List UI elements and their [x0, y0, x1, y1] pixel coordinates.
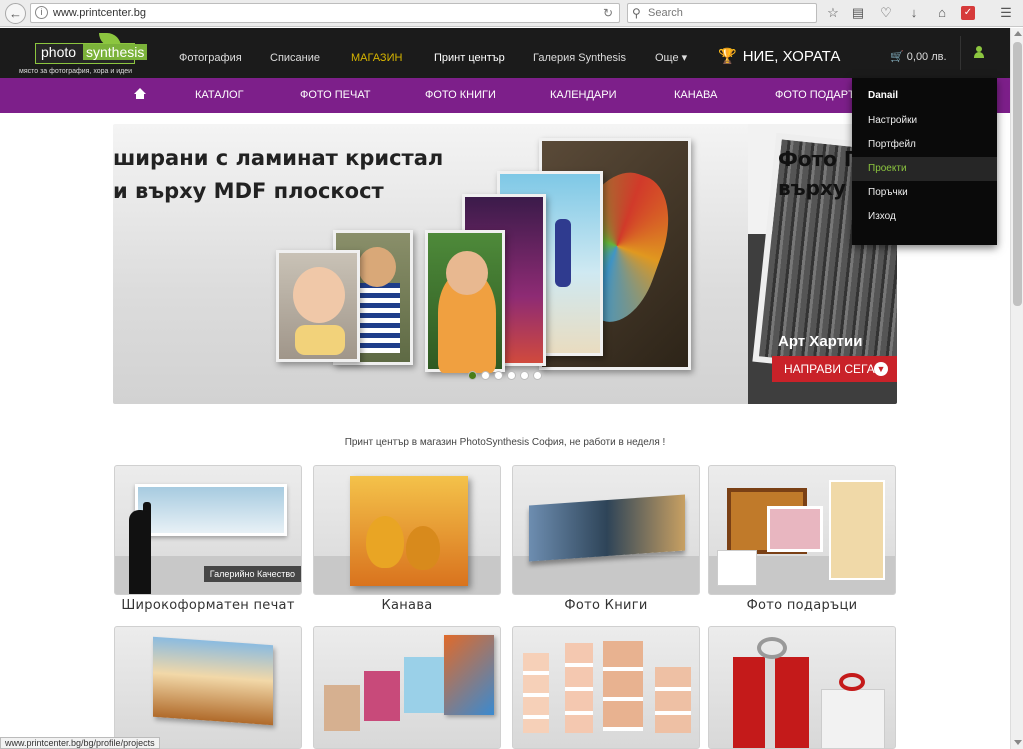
side-art-label: Арт Хартии	[778, 333, 863, 350]
cat-canvas[interactable]: КАНАВА	[674, 78, 717, 113]
nav-photography[interactable]: Фотография	[179, 28, 242, 78]
nav-gallery[interactable]: Галерия Synthesis	[533, 28, 626, 78]
search-placeholder: Search	[648, 7, 683, 19]
banner-line-1: ширани с ламинат кристал	[113, 146, 444, 170]
user-dropdown: Danail Настройки Портфейл Проекти Поръчк…	[852, 78, 997, 245]
slide-dot-3[interactable]	[494, 371, 503, 380]
tile-label-canvas[interactable]: Канава	[313, 598, 501, 613]
url-text: www.printcenter.bg	[53, 7, 146, 19]
search-input[interactable]: ⚲ Search	[627, 3, 817, 23]
menu-icon[interactable]: ☰	[997, 4, 1015, 22]
menu-orders[interactable]: Поръчки	[852, 181, 997, 205]
slide-dot-4[interactable]	[507, 371, 516, 380]
cat-photo-gifts[interactable]: ФОТО ПОДАРЪ	[775, 78, 857, 113]
menu-logout[interactable]: Изход	[852, 205, 997, 229]
site-logo[interactable]: photo synthesis място за фотография, хор…	[19, 33, 148, 78]
tile-acrylic[interactable]	[114, 626, 302, 749]
address-bar[interactable]: i www.printcenter.bg ↻	[30, 3, 620, 23]
slide-dot-1[interactable]	[468, 371, 477, 380]
page-scrollbar[interactable]	[1010, 28, 1023, 749]
nav-shop[interactable]: МАГАЗИН	[351, 28, 402, 78]
scrollbar-thumb[interactable]	[1013, 42, 1022, 306]
store-notice: Принт център в магазин PhotoSynthesis Со…	[344, 437, 666, 448]
side-title-2: върху /	[778, 176, 861, 200]
logo-photo: photo	[41, 44, 77, 60]
tile-canvas[interactable]	[313, 465, 501, 595]
trophy-icon: 🏆	[718, 48, 737, 65]
scroll-down-icon[interactable]	[1014, 740, 1022, 745]
tile-gift-boxes[interactable]	[708, 626, 896, 749]
nav-more[interactable]: Още ▾	[655, 28, 687, 78]
nav-more-label: Още	[655, 52, 679, 64]
back-button[interactable]: ←	[5, 3, 26, 24]
people-label: НИЕ, ХОРАТА	[742, 48, 841, 65]
side-title-1: Фото П	[778, 147, 861, 171]
site-header: photo synthesis място за фотография, хор…	[0, 28, 1010, 78]
download-icon[interactable]: ↓	[905, 4, 923, 22]
make-now-button[interactable]: НАПРАВИ СЕГА ▼	[772, 356, 897, 382]
scroll-up-icon[interactable]	[1014, 31, 1022, 36]
chevron-down-icon: ▼	[874, 362, 888, 376]
status-bar-url: www.printcenter.bg/bg/profile/projects	[0, 737, 160, 749]
bookmark-star-icon[interactable]: ☆	[824, 4, 842, 22]
reading-list-icon[interactable]: ▤	[849, 4, 867, 22]
addon-icon[interactable]: ✓	[961, 6, 975, 20]
cat-photo-print[interactable]: ФОТО ПЕЧАТ	[300, 78, 371, 113]
slide-dot-2[interactable]	[481, 371, 490, 380]
reload-icon[interactable]: ↻	[603, 4, 613, 22]
hero-banner[interactable]: ширани с ламинат кристал и върху MDF пло…	[113, 124, 897, 404]
nav-magazine[interactable]: Списание	[270, 28, 320, 78]
menu-wallet[interactable]: Портфейл	[852, 133, 997, 157]
tile-photo-gifts[interactable]	[708, 465, 896, 595]
dropdown-username: Danail	[868, 90, 899, 101]
cat-catalog[interactable]: КАТАЛОГ	[195, 78, 244, 113]
cat-photo-books[interactable]: ФОТО КНИГИ	[425, 78, 496, 113]
menu-settings[interactable]: Настройки	[852, 109, 997, 133]
site-info-icon[interactable]: i	[35, 6, 48, 19]
cart-icon: 🛒	[890, 51, 904, 63]
baby-photo	[276, 250, 360, 362]
tile-wide-format[interactable]: Галерийно Качество	[114, 465, 302, 595]
home-icon[interactable]: ⌂	[933, 4, 951, 22]
logo-synthesis: synthesis	[83, 44, 148, 60]
pocket-icon[interactable]: ♡	[877, 4, 895, 22]
cat-calendars[interactable]: КАЛЕНДАРИ	[550, 78, 617, 113]
slide-dot-6[interactable]	[533, 371, 542, 380]
user-menu-button[interactable]	[960, 36, 995, 70]
people-link[interactable]: 🏆 НИЕ, ХОРАТА	[718, 47, 840, 65]
cta-label: НАПРАВИ СЕГА	[784, 362, 875, 376]
cart-button[interactable]: 🛒 0,00 лв.	[890, 50, 947, 63]
tile-label-wide-format[interactable]: Широкоформатен печат	[114, 598, 302, 613]
slide-dot-5[interactable]	[520, 371, 529, 380]
gallery-quality-tag: Галерийно Качество	[203, 566, 301, 582]
logo-tagline: място за фотография, хора и идеи	[19, 68, 133, 75]
user-icon	[974, 46, 984, 58]
banner-line-2: и върху MDF плоскост	[113, 179, 384, 203]
nav-print-center[interactable]: Принт център	[434, 28, 505, 78]
home-icon[interactable]	[134, 88, 146, 100]
menu-projects[interactable]: Проекти	[852, 157, 997, 181]
tile-calendars[interactable]	[512, 626, 700, 749]
tile-laminate[interactable]	[313, 626, 501, 749]
search-icon: ⚲	[632, 6, 641, 20]
cart-total: 0,00 лв.	[906, 51, 947, 63]
tile-photo-books[interactable]	[512, 465, 700, 595]
tile-label-photo-gifts[interactable]: Фото подаръци	[708, 598, 896, 613]
caret-down-icon: ▾	[681, 52, 688, 64]
browser-toolbar: ← i www.printcenter.bg ↻ ⚲ Search ☆ ▤ ♡ …	[0, 0, 1023, 27]
tile-label-photo-books[interactable]: Фото Книги	[512, 598, 700, 613]
girl-photo	[425, 230, 505, 373]
